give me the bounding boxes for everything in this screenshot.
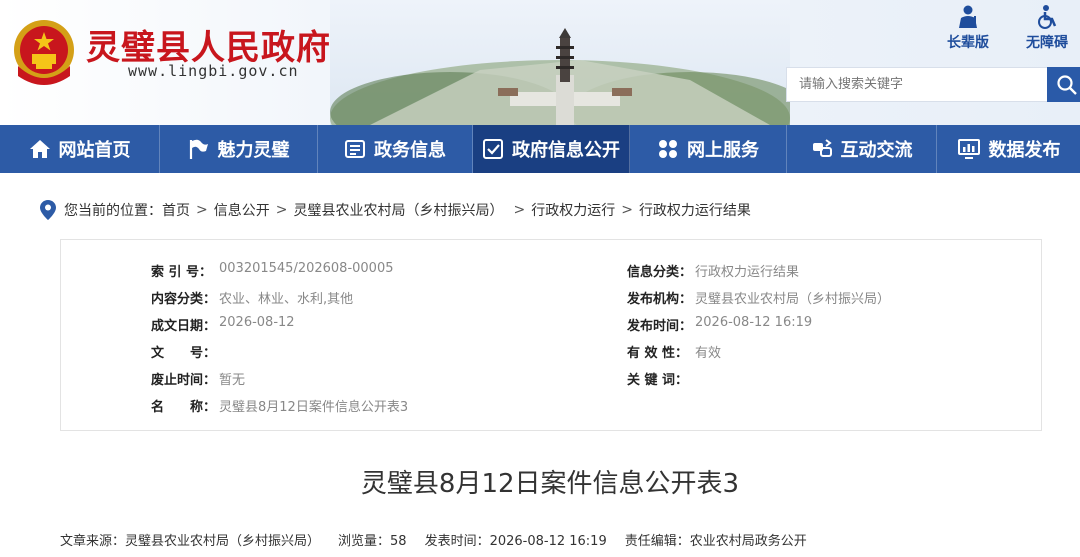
elder-mode-label: 长辈版 bbox=[947, 35, 989, 51]
info-label: 成文日期： bbox=[151, 319, 217, 334]
info-publish-time: 发布时间： 2026-08-12 16:19 bbox=[627, 315, 812, 334]
location-pin-icon bbox=[40, 200, 56, 220]
search-button[interactable] bbox=[1047, 67, 1080, 102]
article-views: 浏览量：58 bbox=[338, 534, 407, 549]
info-value: 农业、林业、水利,其他 bbox=[219, 292, 354, 307]
nav-item-info-disclosure[interactable]: 政府信息公开 bbox=[473, 125, 630, 173]
info-label: 发布时间： bbox=[627, 319, 693, 334]
info-label: 废止时间： bbox=[151, 373, 217, 388]
nav-item-home[interactable]: 网站首页 bbox=[0, 125, 160, 173]
breadcrumb-admin-power[interactable]: 行政权力运行 bbox=[531, 200, 615, 220]
info-category: 信息分类： 行政权力运行结果 bbox=[627, 261, 799, 280]
article-publish-time: 发表时间：2026-08-12 16:19 bbox=[424, 534, 607, 549]
info-keywords: 关 键 词： bbox=[627, 369, 695, 388]
home-icon bbox=[29, 140, 50, 158]
elder-icon bbox=[959, 5, 977, 28]
info-name: 名 称： 灵璧县8月12日案件信息公开表3 bbox=[151, 396, 408, 415]
article-editor: 责任编辑：农业农村局政务公开 bbox=[624, 534, 807, 549]
nav-label: 政府信息公开 bbox=[512, 140, 620, 161]
info-content-type: 内容分类： 农业、林业、水利,其他 bbox=[151, 288, 353, 307]
info-value: 003201545/202608-00005 bbox=[219, 261, 394, 276]
nav-item-gov-news[interactable]: 政务信息 bbox=[318, 125, 473, 173]
breadcrumb-info-disclosure[interactable]: 信息公开 bbox=[214, 200, 270, 220]
breadcrumb-separator: > bbox=[621, 202, 633, 218]
nav-item-data-release[interactable]: 数据发布 bbox=[937, 125, 1080, 173]
nav-label: 网上服务 bbox=[687, 140, 759, 161]
grid-icon bbox=[659, 140, 677, 158]
wheelchair-icon bbox=[1038, 5, 1057, 29]
nav-label: 政务信息 bbox=[374, 140, 446, 161]
info-value: 行政权力运行结果 bbox=[695, 265, 800, 280]
accessibility-label: 无障碍 bbox=[1026, 35, 1068, 51]
nav-item-interaction[interactable]: 互动交流 bbox=[787, 125, 937, 173]
national-emblem-icon bbox=[14, 20, 74, 85]
article-source: 文章来源：灵璧县农业农村局（乡村振兴局） bbox=[60, 534, 321, 549]
info-label: 关 键 词： bbox=[627, 373, 689, 388]
info-open-icon bbox=[483, 139, 503, 159]
info-value: 灵璧县8月12日案件信息公开表3 bbox=[219, 400, 409, 415]
search-input[interactable] bbox=[787, 68, 1048, 101]
article-meta: 文章来源：灵璧县农业农村局（乡村振兴局） 浏览量：58 发表时间：2026-08… bbox=[60, 530, 807, 549]
info-label: 索 引 号： bbox=[151, 265, 213, 280]
info-doc-no: 文 号： bbox=[151, 342, 219, 361]
info-value: 暂无 bbox=[219, 373, 246, 388]
info-label: 信息分类： bbox=[627, 265, 693, 280]
nav-label: 数据发布 bbox=[988, 140, 1061, 161]
info-index-no: 索 引 号： 003201545/202608-00005 bbox=[151, 261, 394, 280]
breadcrumb-separator: > bbox=[513, 202, 526, 218]
article-title: 灵璧县8月12日案件信息公开表3 bbox=[360, 469, 740, 499]
info-value: 2026-08-12 bbox=[219, 315, 295, 330]
search-icon bbox=[1057, 74, 1077, 95]
site-url: www.lingbi.gov.cn bbox=[128, 62, 299, 80]
flag-icon bbox=[189, 139, 208, 159]
info-value: 灵璧县农业农村局（乡村振兴局） bbox=[695, 292, 891, 307]
search-box bbox=[786, 67, 1048, 102]
nav-item-charm[interactable]: 魅力灵璧 bbox=[160, 125, 318, 173]
breadcrumb-separator: > bbox=[275, 202, 288, 218]
nav-label: 魅力灵璧 bbox=[217, 140, 290, 161]
info-label: 文 号： bbox=[151, 346, 217, 361]
nav-item-online-service[interactable]: 网上服务 bbox=[630, 125, 787, 173]
nav-label: 网站首页 bbox=[58, 140, 131, 161]
info-publisher: 发布机构： 灵璧县农业农村局（乡村振兴局） bbox=[627, 288, 890, 307]
breadcrumb-separator: > bbox=[196, 202, 208, 218]
info-written-date: 成文日期： 2026-08-12 bbox=[151, 315, 295, 334]
breadcrumb: 您当前的位置： 首页 > 信息公开 > 灵璧县农业农村局（乡村振兴局） > 行政… bbox=[40, 199, 751, 221]
info-label: 发布机构： bbox=[627, 292, 693, 307]
breadcrumb-admin-power-results[interactable]: 行政权力运行结果 bbox=[639, 200, 751, 220]
info-validity: 有 效 性： 有效 bbox=[627, 342, 721, 361]
monitor-icon bbox=[957, 139, 980, 159]
info-label: 内容分类： bbox=[151, 292, 217, 307]
main-nav: 网站首页 魅力灵璧 政务信息 政府信息公开 网上服务 互动交流 数据发布 bbox=[0, 125, 1080, 173]
site-header: 灵璧县人民政府 www.lingbi.gov.cn 长辈版 无障碍 bbox=[0, 0, 1080, 125]
breadcrumb-prefix: 您当前的位置： bbox=[64, 203, 162, 219]
info-expiry: 废止时间： 暂无 bbox=[151, 369, 245, 388]
news-icon bbox=[345, 140, 365, 158]
info-label: 名 称： bbox=[151, 400, 217, 415]
elder-mode-button[interactable]: 长辈版 bbox=[938, 2, 998, 52]
breadcrumb-agriculture-bureau[interactable]: 灵璧县农业农村局（乡村振兴局） bbox=[293, 200, 503, 220]
info-value: 有效 bbox=[695, 346, 722, 361]
breadcrumb-home[interactable]: 首页 bbox=[162, 200, 190, 220]
nav-label: 互动交流 bbox=[840, 140, 913, 161]
exchange-icon bbox=[812, 139, 832, 157]
info-label: 有 效 性： bbox=[627, 346, 689, 361]
info-value: 2026-08-12 16:19 bbox=[695, 315, 813, 330]
document-info-box: 索 引 号： 003201545/202608-00005 信息分类： 行政权力… bbox=[60, 239, 1042, 431]
header-scenery-image bbox=[330, 0, 790, 125]
accessibility-button[interactable]: 无障碍 bbox=[1017, 2, 1077, 52]
